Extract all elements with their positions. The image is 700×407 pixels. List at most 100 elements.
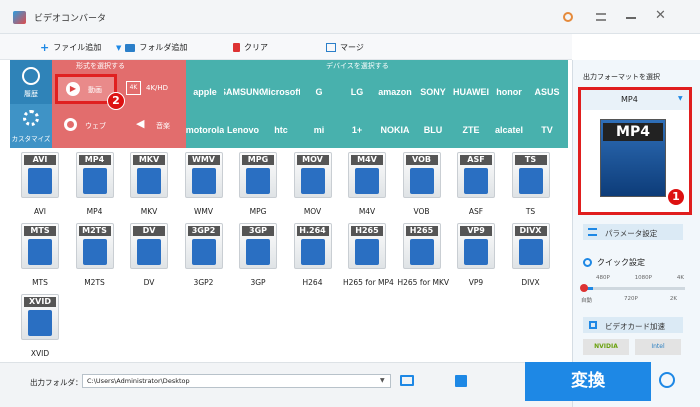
- device-6[interactable]: amazon: [376, 72, 414, 112]
- format-icon: MKV: [130, 152, 168, 198]
- add-file-label: ファイル追加: [53, 43, 102, 52]
- format-item[interactable]: MTS MTS: [16, 223, 64, 287]
- category-hd[interactable]: 4K 4K/HD: [122, 76, 184, 102]
- format-item[interactable]: MOV MOV: [289, 152, 337, 216]
- format-item[interactable]: H265 H265 for MKV: [398, 223, 449, 287]
- close-icon[interactable]: ✕: [655, 8, 666, 23]
- device-10[interactable]: ASUS: [528, 72, 566, 112]
- format-item[interactable]: DIVX DIVX: [507, 223, 555, 287]
- gpu-accel-button[interactable]: ビデオカード加速: [583, 317, 683, 333]
- format-item[interactable]: 3GP 3GP: [234, 223, 282, 287]
- params-label: パラメータ設定: [605, 229, 658, 238]
- device-14[interactable]: mi: [300, 110, 338, 150]
- merge-button[interactable]: マージ: [326, 40, 364, 55]
- path-dropdown-icon[interactable]: ▼: [380, 377, 385, 384]
- format-item[interactable]: VP9 VP9: [452, 223, 500, 287]
- custom-tab[interactable]: カスタマイズ: [10, 104, 52, 148]
- format-name: M4V: [358, 207, 376, 216]
- device-3[interactable]: Microsoft: [262, 72, 300, 112]
- format-item[interactable]: 3GP2 3GP2: [180, 223, 228, 287]
- quality-scale-bottom: 自動 720P 2K: [581, 296, 677, 304]
- format-art-icon: [28, 239, 52, 265]
- format-dropdown[interactable]: MP4 ▼: [581, 90, 689, 110]
- format-icon: VOB: [402, 152, 441, 198]
- category-audio[interactable]: ◀ 音楽: [122, 110, 184, 140]
- device-1[interactable]: apple: [186, 72, 224, 112]
- format-tag: DV: [133, 226, 165, 236]
- plus-icon: +: [40, 41, 50, 54]
- panel-title: 出力フォーマットを選択: [583, 73, 660, 81]
- device-20[interactable]: TV: [528, 110, 566, 150]
- format-name: MP4: [86, 207, 103, 216]
- format-tag: MTS: [24, 226, 56, 236]
- left-category-column: 履歴 カスタマイズ: [10, 60, 52, 148]
- format-item[interactable]: ASF ASF: [452, 152, 500, 216]
- output-path-field[interactable]: C:\Users\Administrator\Desktop ▼: [82, 374, 391, 388]
- format-tag: M4V: [351, 155, 383, 165]
- device-19[interactable]: alcatel: [490, 110, 528, 150]
- format-tag: VP9: [460, 226, 492, 236]
- minimize-icon[interactable]: [626, 17, 636, 19]
- add-folder-button[interactable]: ▼ フォルダ追加: [116, 40, 187, 55]
- bottom-bar: 出力フォルダ： C:\Users\Administrator\Desktop ▼: [0, 362, 572, 407]
- format-tag: ASF: [460, 155, 492, 165]
- format-item[interactable]: WMV WMV: [180, 152, 228, 216]
- format-item[interactable]: TS TS: [507, 152, 555, 216]
- device-16[interactable]: NOKIA: [376, 110, 414, 150]
- key-icon[interactable]: [563, 12, 573, 22]
- format-icon: XVID: [21, 294, 59, 340]
- params-button[interactable]: パラメータ設定: [583, 224, 683, 240]
- format-item[interactable]: VOB VOB: [398, 152, 446, 216]
- format-item[interactable]: M2TS M2TS: [71, 223, 119, 287]
- device-17[interactable]: BLU: [414, 110, 452, 150]
- format-name: MOV: [303, 207, 322, 216]
- device-8[interactable]: HUAWEI: [452, 72, 490, 112]
- format-art-icon: [246, 168, 270, 194]
- open-folder-icon[interactable]: [400, 375, 414, 386]
- format-item[interactable]: H.264 H264: [289, 223, 337, 287]
- device-grid: デバイスを選択する appleSAMSUNGMicrosoftGLGamazon…: [186, 60, 568, 148]
- clear-button[interactable]: クリア: [233, 40, 268, 55]
- quality-slider-handle[interactable]: [580, 284, 588, 292]
- output-path-value: C:\Users\Administrator\Desktop: [87, 377, 190, 385]
- device-18[interactable]: ZTE: [452, 110, 490, 150]
- device-5[interactable]: LG: [338, 72, 376, 112]
- merge-label: マージ: [340, 43, 364, 52]
- device-11[interactable]: motorola: [186, 110, 224, 150]
- alarm-clock-icon[interactable]: [659, 372, 675, 388]
- quality-slider[interactable]: [580, 284, 685, 292]
- device-9[interactable]: honor: [490, 72, 528, 112]
- device-12[interactable]: Lenovo: [224, 110, 262, 150]
- format-name: DV: [143, 278, 155, 287]
- format-art-icon: [28, 168, 52, 194]
- format-item[interactable]: H265 H265 for MP4: [343, 223, 394, 287]
- history-tab[interactable]: 履歴: [10, 60, 52, 104]
- custom-gear-icon: [23, 110, 39, 126]
- browse-folder-icon[interactable]: [455, 375, 467, 387]
- device-13[interactable]: htc: [262, 110, 300, 150]
- format-header: 形式を選択する: [76, 62, 125, 70]
- intel-badge: Intel: [635, 339, 681, 355]
- menu-icon[interactable]: [596, 13, 606, 21]
- format-tag: MOV: [296, 155, 329, 165]
- format-item[interactable]: AVI AVI: [16, 152, 64, 216]
- format-art-icon: [137, 168, 161, 194]
- title-bar: ビデオコンバータ ✕: [0, 0, 700, 34]
- format-art-icon: [191, 239, 216, 265]
- device-15[interactable]: 1+: [338, 110, 376, 150]
- scale-bottom-0: 自動: [581, 298, 593, 304]
- format-item[interactable]: MKV MKV: [125, 152, 173, 216]
- format-item[interactable]: MP4 MP4: [71, 152, 119, 216]
- format-tag: MP4: [78, 155, 111, 165]
- format-item[interactable]: MPG MPG: [234, 152, 282, 216]
- convert-button[interactable]: 変換: [525, 362, 651, 401]
- format-item[interactable]: XVID XVID: [16, 294, 64, 358]
- device-4[interactable]: G: [300, 72, 338, 112]
- format-item[interactable]: M4V M4V: [343, 152, 391, 216]
- category-web[interactable]: ウェブ: [55, 110, 117, 140]
- format-name: 3GP: [250, 278, 266, 287]
- device-7[interactable]: SONY: [414, 72, 452, 112]
- format-item[interactable]: DV DV: [125, 223, 173, 287]
- add-file-button[interactable]: + ファイル追加: [40, 40, 101, 55]
- device-2[interactable]: SAMSUNG: [224, 72, 262, 112]
